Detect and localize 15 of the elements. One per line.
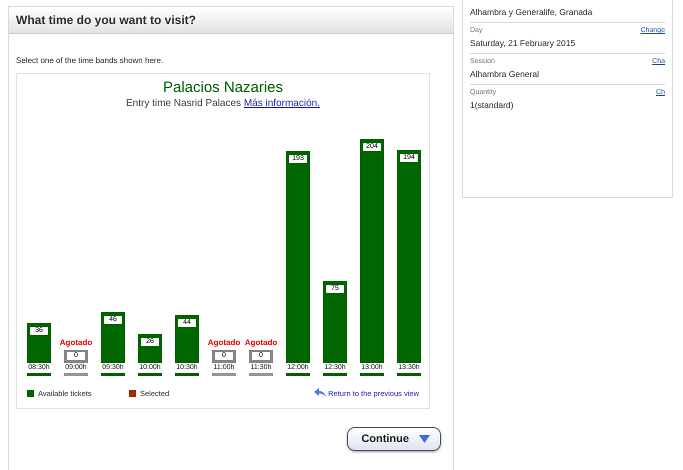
field-value: 1(standard) bbox=[470, 100, 514, 110]
continue-button[interactable]: Continue bbox=[347, 427, 441, 451]
sold-out-label: Agotado bbox=[60, 338, 92, 347]
sold-out-label: Agotado bbox=[244, 338, 278, 347]
instruction-text: Select one of the time bands shown here. bbox=[16, 56, 164, 65]
chart-title: Palacios Nazaries bbox=[162, 79, 284, 96]
field-value: Alhambra General bbox=[470, 69, 540, 79]
caret-icon bbox=[419, 435, 430, 443]
sold-out-label: Agotado bbox=[208, 338, 240, 347]
field-value: Alhambra y Generalife, Granada bbox=[470, 7, 594, 17]
field-value: Saturday, 21 February 2015 bbox=[470, 38, 576, 48]
back-arrow-icon bbox=[314, 388, 326, 398]
chart-subtitle: Entry time Nasrid Palaces Más información. bbox=[125, 98, 321, 109]
info-link[interactable]: Más información. bbox=[244, 98, 320, 109]
panel-heading: What time do you want to visit? bbox=[9, 7, 453, 34]
